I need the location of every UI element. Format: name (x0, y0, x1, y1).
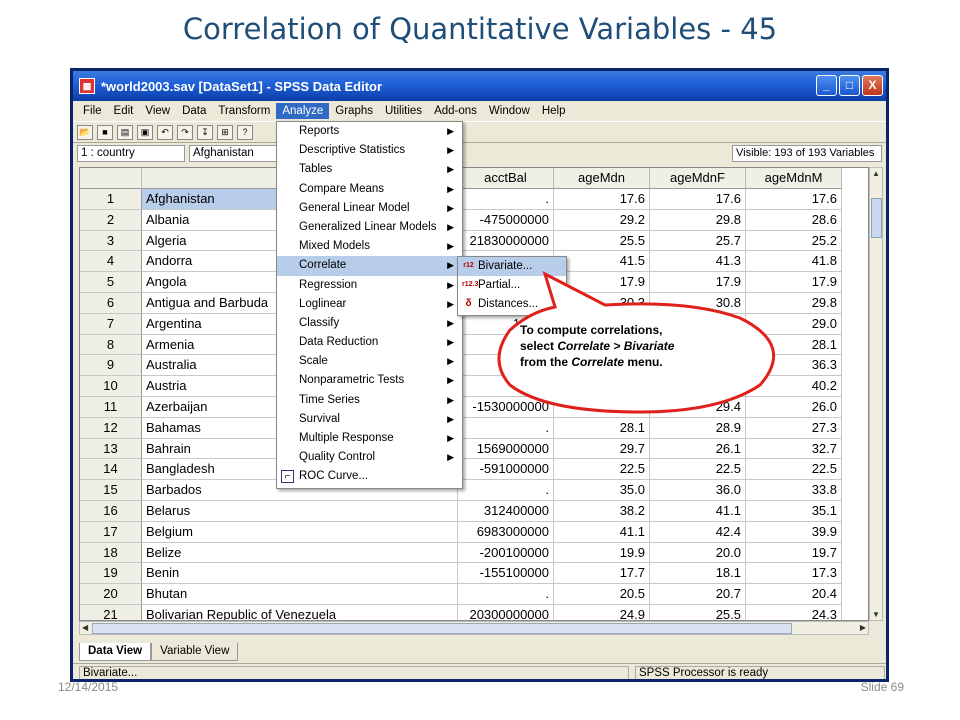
callout-line-3: from the Correlate menu. (520, 354, 750, 370)
callout-line-2: select Correlate > Bivariate (520, 338, 750, 354)
slide-number: Slide 69 (860, 680, 904, 694)
callout-line-1: To compute correlations, (520, 323, 663, 337)
callout-text: To compute correlations, select Correlat… (520, 322, 750, 370)
callout-line-3-emphasis: Correlate (571, 355, 625, 369)
callout-line-3-suffix: menu. (624, 355, 663, 369)
callout-bubble (497, 271, 776, 414)
callout-line-2-prefix: select (520, 339, 558, 353)
callout-line-2-emphasis: Correlate > Bivariate (557, 339, 675, 353)
slide-date: 12/14/2015 (58, 680, 119, 694)
callout-line-3-prefix: from the (520, 355, 572, 369)
